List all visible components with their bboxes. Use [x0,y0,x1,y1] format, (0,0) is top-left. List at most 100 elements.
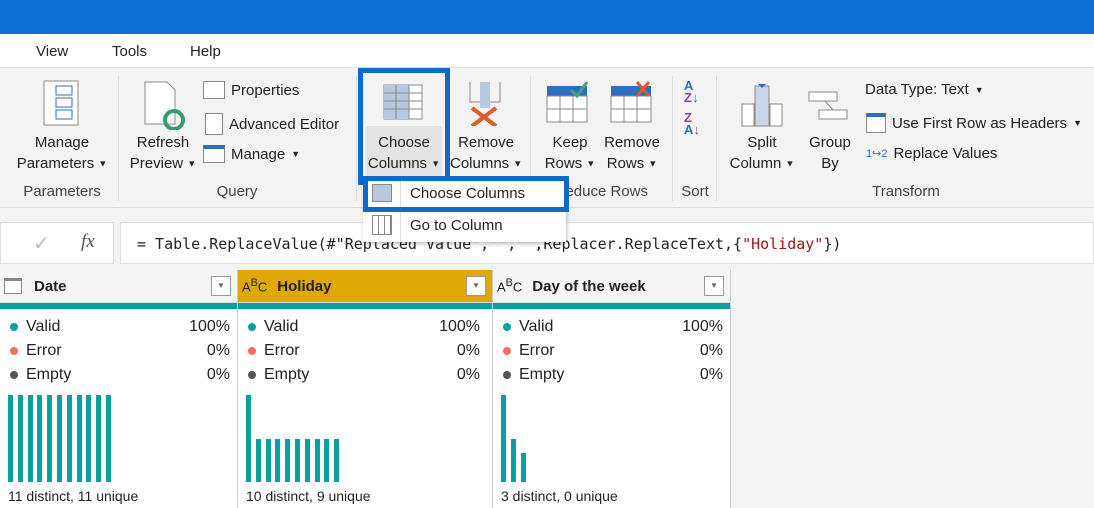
column-name: Day of the week [532,277,646,295]
stat-error: Error 0% [503,342,723,360]
distribution-bar [255,438,261,482]
distribution-bar [314,438,320,482]
label: Data Type: Text [865,81,969,98]
distribution-bar [520,453,526,482]
group-query: Query [216,183,258,200]
column-header-holiday[interactable]: ABC Holiday ▼ [238,270,492,303]
label: Refresh [136,134,190,151]
column-day-of-the-week: ABC Day of the week ▼ Valid 100% Error 0% Em… [493,270,731,508]
label: Rows [544,155,583,172]
title-bar [0,0,1094,34]
replace-values-icon: 1↪2 [866,148,888,160]
data-type-dropdown[interactable]: Data Type: Text ▼ [865,81,984,98]
keep-rows-button[interactable]: Keep Rows ▼ [540,72,600,177]
distribution-chart [246,395,466,482]
sort-descending-button[interactable]: Z A↓ [684,111,700,136]
label: Parameters [16,155,95,172]
column-holiday: ABC Holiday ▼ Valid 100% Error 0% Empty 0% 10… [238,270,493,508]
label: Properties [231,81,300,99]
use-first-row-as-headers-button[interactable]: Use First Row as Headers ▼ [866,113,1082,133]
label: Keep [552,134,588,151]
label: Use First Row as Headers [892,114,1068,132]
document-icon [205,113,223,135]
label: Advanced Editor [229,115,340,133]
distinct-count: 11 distinct, 11 unique [8,488,139,504]
advanced-editor-button[interactable]: Advanced Editor [205,113,339,135]
stat-error: Error 0% [248,342,480,360]
label: Preview [129,155,184,172]
column-header-day-of-the-week[interactable]: ABC Day of the week ▼ [493,270,730,303]
distribution-bar [66,395,72,482]
remove-columns-button[interactable]: Remove Columns ▼ [450,72,522,177]
text-type-icon: ABC [242,277,268,295]
distribution-bar [295,438,300,482]
manage-button[interactable]: Manage ▼ [203,145,300,163]
split-column-button[interactable]: Split Column ▼ [726,72,798,177]
replace-values-button[interactable]: 1↪2 Replace Values [866,145,997,162]
distribution-bar [501,395,506,482]
formula-text: }) [823,235,842,253]
quality-bar [0,303,237,309]
stat-empty: Empty 0% [503,366,723,384]
group-transform: Transform [872,183,940,200]
properties-icon [203,81,225,99]
column-header-date[interactable]: Date ▼ [0,270,237,303]
label: By [821,155,839,172]
distribution-bar [27,395,33,482]
go-to-column-icon [372,215,392,235]
menu-bar: View Tools Help [0,34,1094,68]
group-by-button[interactable]: Group By [800,72,860,177]
distinct-count: 3 distinct, 0 unique [501,488,618,504]
filter-dropdown-icon[interactable]: ▼ [466,276,486,296]
menu-view[interactable]: View [36,43,68,60]
filter-dropdown-icon[interactable]: ▼ [211,276,231,296]
calendar-icon [4,278,22,294]
remove-columns-icon [469,82,501,126]
menu-help[interactable]: Help [190,43,221,60]
quality-bar [238,303,492,309]
distribution-chart [8,395,228,482]
formula-commit-area: ✓ fx [0,222,114,264]
label: Columns [450,155,510,172]
check-icon[interactable]: ✓ [33,231,50,256]
label: Manage [231,145,286,163]
manage-parameters-button[interactable]: Manage Parameters ▼ [14,72,110,177]
menu-item-go-to-column[interactable]: Go to Column [363,210,566,240]
group-sort: Sort [681,183,709,200]
group-by-icon [808,91,848,120]
text-type-icon: ABC [497,277,523,295]
distribution-chart [501,395,721,482]
column-date: Date ▼ Valid 100% Error 0% Empty 0% 11 disti… [0,270,238,508]
stat-empty: Empty 0% [248,366,480,384]
distribution-bar [265,438,271,482]
filter-dropdown-icon[interactable]: ▼ [704,276,724,296]
distribution-bar [86,395,92,482]
split-column-icon [741,84,783,127]
table-icon [203,145,225,163]
properties-button[interactable]: Properties [203,81,299,99]
distribution-bar [285,438,291,482]
distribution-bar [106,395,111,482]
label: Column [729,155,782,172]
formula-input[interactable]: = Table.ReplaceValue(#"Replaced Value","… [120,222,1094,264]
remove-rows-button[interactable]: Remove Rows ▼ [600,72,664,177]
label: Remove [458,134,514,151]
distribution-bar [334,438,340,482]
menu-tools[interactable]: Tools [112,43,147,60]
refresh-icon [144,81,185,130]
stat-error: Error 0% [10,342,230,360]
distribution-bar [275,438,281,482]
refresh-preview-button[interactable]: Refresh Preview ▼ [126,72,200,177]
sort-ascending-button[interactable]: A Z↓ [684,79,698,104]
distinct-count: 10 distinct, 9 unique [246,488,371,504]
stat-empty: Empty 0% [10,366,230,384]
column-name: Holiday [277,277,332,295]
stat-valid: Valid 100% [10,318,230,336]
label: Manage [34,134,90,151]
highlight-box [358,68,450,185]
parameters-icon [43,80,79,126]
distribution-bar [37,395,43,482]
label: Replace Values [893,145,998,162]
stat-valid: Valid 100% [248,318,480,336]
distribution-bar [76,395,82,482]
